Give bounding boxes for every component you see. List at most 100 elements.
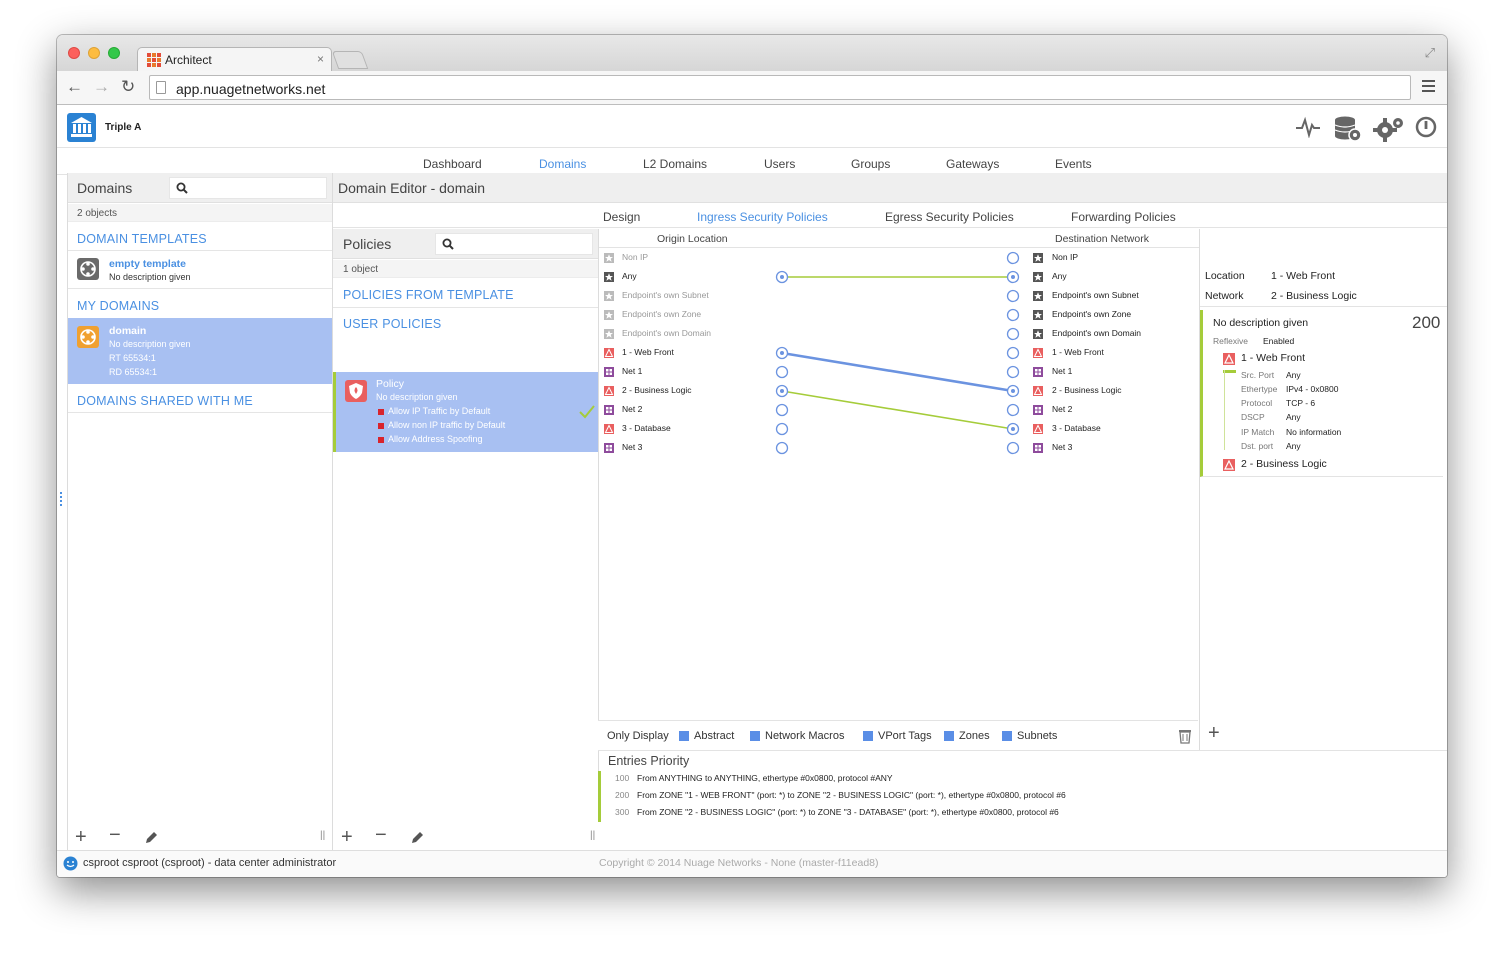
origin-node-label[interactable]: Net 3 bbox=[622, 442, 642, 452]
tab-title: Architect bbox=[165, 53, 212, 67]
filter-zones-checkbox[interactable] bbox=[944, 731, 954, 741]
tab-egress-security-policies[interactable]: Egress Security Policies bbox=[885, 210, 1014, 224]
resize-handle-icon[interactable]: || bbox=[590, 830, 595, 841]
close-window-button[interactable] bbox=[68, 47, 80, 59]
domains-search-input[interactable] bbox=[169, 177, 327, 199]
new-tab-button[interactable] bbox=[331, 51, 369, 69]
policy-graph[interactable]: Non IP Any Endpoint's own Subnet Endpoint's… bbox=[599, 249, 1199, 469]
only-display-label: Only Display bbox=[607, 730, 669, 742]
tab-ingress-security-policies[interactable]: Ingress Security Policies bbox=[697, 210, 828, 224]
policy-link-line[interactable] bbox=[781, 351, 1014, 393]
destination-node-label[interactable]: Net 2 bbox=[1052, 404, 1072, 414]
user-smiley-icon[interactable] bbox=[63, 856, 78, 871]
entry-description: No description given bbox=[1213, 317, 1309, 329]
origin-connector[interactable] bbox=[775, 403, 789, 417]
minimize-window-button[interactable] bbox=[88, 47, 100, 59]
database-settings-icon[interactable] bbox=[1334, 116, 1362, 142]
template-item-empty[interactable]: empty template No description given bbox=[67, 252, 332, 286]
back-arrow-icon[interactable]: ← bbox=[66, 77, 83, 97]
destination-node-label[interactable]: Endpoint's own Subnet bbox=[1052, 290, 1139, 300]
entry-row[interactable]: 100 From ANYTHING to ANYTHING, ethertype… bbox=[598, 773, 1447, 789]
policy-item-selected[interactable]: Policy No description given Allow IP Tra… bbox=[333, 372, 598, 452]
origin-connector[interactable] bbox=[775, 422, 789, 436]
destination-node-label[interactable]: Endpoint's own Zone bbox=[1052, 309, 1131, 319]
side-grip-handle[interactable] bbox=[60, 492, 63, 506]
browser-tab[interactable]: Architect × bbox=[137, 47, 332, 71]
destination-connector[interactable] bbox=[1006, 346, 1020, 360]
gears-icon[interactable] bbox=[1373, 116, 1405, 142]
destination-connector[interactable] bbox=[1006, 308, 1020, 322]
app-root: Triple A Dashboard Domains L2 Domains Us… bbox=[57, 106, 1447, 877]
activity-icon[interactable] bbox=[1295, 116, 1321, 138]
entry-detail-card[interactable]: No description given 200 Reflexive Enabl… bbox=[1200, 310, 1443, 477]
origin-node-label[interactable]: 2 - Business Logic bbox=[622, 385, 691, 395]
destination-connector[interactable] bbox=[1006, 403, 1020, 417]
origin-node-label[interactable]: 3 - Database bbox=[622, 423, 671, 433]
current-user[interactable]: csproot csproot (csproot) - data center … bbox=[83, 857, 336, 869]
filter-subnets-checkbox[interactable] bbox=[1002, 731, 1012, 741]
prop-key: Ethertype bbox=[1241, 384, 1278, 394]
origin-node-label[interactable]: Endpoint's own Domain bbox=[622, 328, 711, 338]
nav-events[interactable]: Events bbox=[1055, 157, 1092, 171]
browser-menu-icon[interactable] bbox=[1422, 80, 1435, 92]
filter-abstract-checkbox[interactable] bbox=[679, 731, 689, 741]
destination-connector[interactable] bbox=[1006, 441, 1020, 455]
policy-link-line[interactable] bbox=[781, 390, 1014, 430]
add-domain-button[interactable]: + bbox=[75, 826, 87, 849]
origin-connector[interactable] bbox=[775, 441, 789, 455]
destination-node-label[interactable]: Net 3 bbox=[1052, 442, 1072, 452]
entry-row[interactable]: 300 From ZONE "2 - BUSINESS LOGIC" (port… bbox=[598, 807, 1447, 823]
origin-connector[interactable] bbox=[775, 365, 789, 379]
resize-handle-icon[interactable]: || bbox=[320, 830, 325, 841]
destination-node-label[interactable]: Any bbox=[1052, 271, 1067, 281]
nav-users[interactable]: Users bbox=[764, 157, 795, 171]
origin-node-label[interactable]: Endpoint's own Subnet bbox=[622, 290, 709, 300]
add-policy-button[interactable]: + bbox=[341, 826, 353, 849]
origin-node-label[interactable]: Non IP bbox=[622, 252, 648, 262]
destination-node-label[interactable]: Net 1 bbox=[1052, 366, 1072, 376]
shared-domains-heading: DOMAINS SHARED WITH ME bbox=[77, 394, 253, 408]
origin-node-label[interactable]: Net 2 bbox=[622, 404, 642, 414]
destination-node-label[interactable]: Endpoint's own Domain bbox=[1052, 328, 1141, 338]
star-icon bbox=[604, 253, 614, 263]
tab-design[interactable]: Design bbox=[603, 210, 640, 224]
nav-groups[interactable]: Groups bbox=[851, 157, 890, 171]
destination-connector[interactable] bbox=[1006, 365, 1020, 379]
destination-node-label[interactable]: 1 - Web Front bbox=[1052, 347, 1104, 357]
zoom-window-button[interactable] bbox=[108, 47, 120, 59]
destination-node-label[interactable]: 2 - Business Logic bbox=[1052, 385, 1121, 395]
tab-close-icon[interactable]: × bbox=[317, 52, 324, 66]
power-icon[interactable] bbox=[1415, 116, 1437, 138]
destination-node-label[interactable]: 3 - Database bbox=[1052, 423, 1101, 433]
nav-dashboard[interactable]: Dashboard bbox=[423, 157, 482, 171]
filter-vport-tags-checkbox[interactable] bbox=[863, 731, 873, 741]
origin-node-label[interactable]: 1 - Web Front bbox=[622, 347, 674, 357]
destination-node-label[interactable]: Non IP bbox=[1052, 252, 1078, 262]
nav-gateways[interactable]: Gateways bbox=[946, 157, 999, 171]
domain-item-selected[interactable]: domain No description given RT 65534:1 R… bbox=[67, 318, 332, 384]
nav-l2-domains[interactable]: L2 Domains bbox=[643, 157, 707, 171]
destination-connector[interactable] bbox=[1006, 251, 1020, 265]
star-icon bbox=[1033, 329, 1043, 339]
remove-domain-button[interactable]: − bbox=[109, 824, 121, 847]
destination-connector[interactable] bbox=[1006, 289, 1020, 303]
forward-arrow-icon[interactable]: → bbox=[93, 77, 110, 97]
reload-icon[interactable]: ↻ bbox=[121, 77, 135, 97]
tab-forwarding-policies[interactable]: Forwarding Policies bbox=[1071, 210, 1176, 224]
filter-network-macros-checkbox[interactable] bbox=[750, 731, 760, 741]
trash-icon[interactable] bbox=[1178, 728, 1192, 744]
origin-node-label[interactable]: Endpoint's own Zone bbox=[622, 309, 701, 319]
policies-search-input[interactable] bbox=[435, 233, 593, 255]
add-entry-button[interactable]: + bbox=[1208, 722, 1220, 745]
fullscreen-icon[interactable]: ⤢ bbox=[1425, 45, 1435, 61]
edit-domain-pencil-icon[interactable] bbox=[144, 831, 158, 845]
destination-connector[interactable] bbox=[1006, 327, 1020, 341]
bank-icon[interactable] bbox=[67, 113, 96, 142]
address-bar[interactable]: app.nuagetnetworks.net bbox=[149, 75, 1411, 100]
origin-node-label[interactable]: Any bbox=[622, 271, 637, 281]
edit-policy-pencil-icon[interactable] bbox=[410, 831, 424, 845]
nav-domains[interactable]: Domains bbox=[539, 157, 586, 171]
entry-row[interactable]: 200 From ZONE "1 - WEB FRONT" (port: *) … bbox=[598, 790, 1447, 806]
origin-node-label[interactable]: Net 1 bbox=[622, 366, 642, 376]
remove-policy-button[interactable]: − bbox=[375, 824, 387, 847]
